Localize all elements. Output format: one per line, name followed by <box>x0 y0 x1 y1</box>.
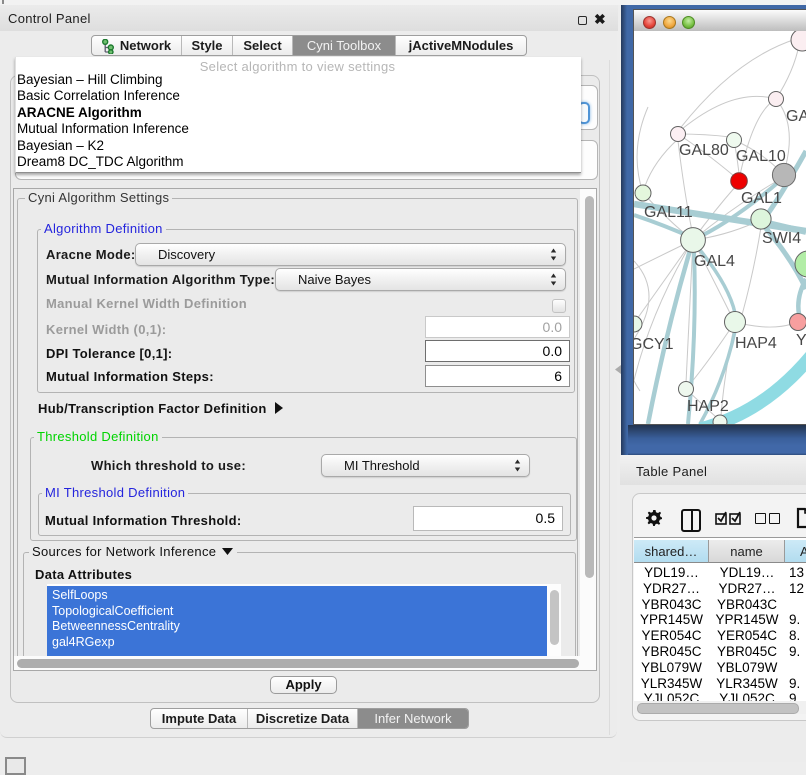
svg-text:GAL1: GAL1 <box>741 190 782 207</box>
svg-text:GAL10: GAL10 <box>736 148 786 165</box>
svg-text:GAL11: GAL11 <box>644 204 693 221</box>
svg-text:SWI4: SWI4 <box>762 230 801 247</box>
svg-text:HAP2: HAP2 <box>687 398 729 415</box>
svg-text:GAL4: GAL4 <box>694 253 735 270</box>
svg-text:YM: YM <box>796 332 806 349</box>
svg-text:GAL80: GAL80 <box>679 142 729 159</box>
svg-text:GAL7: GAL7 <box>786 108 806 125</box>
svg-text:GCY1: GCY1 <box>634 336 674 353</box>
svg-text:HAP4: HAP4 <box>735 335 777 352</box>
